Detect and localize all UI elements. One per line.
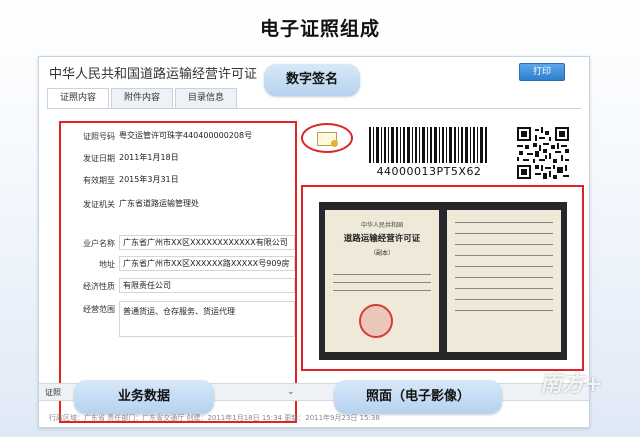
business-data-panel: 证照号码 粤交运管许可珠字440400000208号 发证日期 2011年1月1… (59, 121, 297, 423)
digital-signature-icon (301, 123, 353, 153)
news-watermark-logo: 南方+ (540, 371, 603, 397)
field-value: 广东省广州市XX区XXXXXXXXXXXX有限公司 (119, 235, 295, 250)
field-value: 有限责任公司 (119, 278, 295, 293)
field-label: 发证机关 (83, 200, 115, 209)
section-label: 证照 (45, 388, 61, 397)
tab-divider (47, 108, 581, 109)
field-value: 广东省道路运输管理处 (119, 199, 199, 208)
callout-label: 业务数据 (117, 389, 170, 404)
window-title: 中华人民共和国道路运输经营许可证 (49, 67, 258, 82)
certificate-image: 中华人民共和国 道路运输经营许可证 （副本） (319, 202, 567, 360)
tab-catalog-info[interactable]: 目录信息 (175, 88, 238, 108)
field-label: 证照号码 (83, 132, 115, 141)
certificate-heading: 中华人民共和国 (360, 222, 403, 229)
barcode: 44000013PT5X62 (369, 127, 489, 178)
seal-icon (331, 140, 338, 147)
qr-code (517, 127, 569, 179)
certificate-detail-lines (455, 222, 553, 321)
callout-photo: 照面（电子影像） (334, 380, 502, 414)
callout-label: 照面（电子影像） (365, 389, 470, 404)
callout-label: 数字签名 (285, 72, 338, 87)
license-viewer-window: 中华人民共和国道路运输经营许可证 打印 证照内容 附件内容 目录信息 证照号码 … (38, 56, 590, 428)
tab-bar: 证照内容 附件内容 目录信息 (47, 88, 239, 109)
field-label: 地址 (99, 260, 115, 269)
certificate-text-lines (333, 274, 431, 298)
tab-attachments[interactable]: 附件内容 (111, 88, 174, 108)
field-value: 2015年3月31日 (119, 175, 179, 184)
certificate-detail-page (447, 210, 561, 352)
chevron-down-icon[interactable]: ⌄ (287, 387, 295, 397)
status-bar-text: 行政区域：广东省 责任部门：广东省交通厅 创建：2011年1月18日 15:34… (49, 414, 380, 422)
slide-title: 电子证照组成 (259, 18, 380, 40)
field-label: 经济性质 (83, 282, 115, 291)
official-stamp-icon (359, 304, 393, 338)
callout-business-data: 业务数据 (74, 380, 214, 414)
callout-digital-signature: 数字签名 (264, 64, 360, 96)
print-button[interactable]: 打印 (519, 63, 565, 81)
barcode-graphic (369, 127, 487, 163)
certificate-photo-panel: 中华人民共和国 道路运输经营许可证 （副本） (301, 185, 584, 371)
field-label: 有效期至 (83, 176, 115, 185)
field-label: 发证日期 (83, 154, 115, 163)
field-value: 普通货运、仓存服务、货运代理 (119, 301, 295, 337)
field-value: 2011年1月18日 (119, 153, 179, 162)
field-label: 经营范围 (83, 305, 115, 314)
barcode-number: 44000013PT5X62 (376, 165, 482, 178)
certificate-cover-page: 中华人民共和国 道路运输经营许可证 （副本） (325, 210, 439, 352)
field-label: 业户名称 (83, 239, 115, 248)
field-value: 广东省广州市XX区XXXXXX路XXXXX号909房 (119, 256, 295, 271)
field-value: 粤交运管许可珠字440400000208号 (119, 131, 253, 140)
certificate-subtitle: （副本） (369, 250, 394, 257)
tab-license-content[interactable]: 证照内容 (47, 88, 110, 109)
certificate-title: 道路运输经营许可证 (343, 234, 421, 244)
